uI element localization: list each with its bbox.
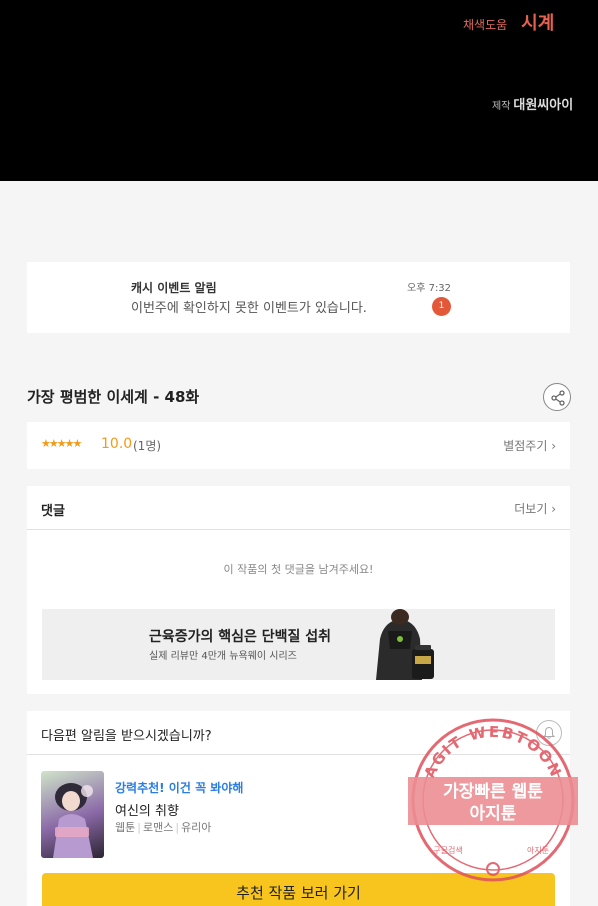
bell-icon	[542, 726, 556, 739]
notification-body: 이번주에 확인하지 못한 이벤트가 있습니다.	[131, 301, 367, 316]
share-icon	[551, 390, 565, 406]
episode-title: 가장 평범한 이세계 - 48화	[27, 388, 200, 406]
ad-subtitle: 실제 리뷰만 4만개 뉴욕웨이 시리즈	[149, 651, 297, 662]
rating-stars: ★★★★★	[41, 437, 82, 450]
comments-section: 댓글 더보기 › 이 작품의 첫 댓글을 남겨주세요! 근육증가의 핵심은 단백…	[27, 486, 570, 694]
cash-event-notification[interactable]: 캐시 이벤트 알림 이번주에 확인하지 못한 이벤트가 있습니다. 오후 7:3…	[27, 262, 570, 333]
comments-more-link[interactable]: 더보기 ›	[514, 500, 556, 517]
rating-score: 10.0	[101, 436, 133, 452]
recommendation-genres: 웹툰 | 로맨스 | 유리아	[115, 821, 212, 834]
next-episode-section: 다음편 알림을 받으시겠습니까? 강력추천! 이건 꼭 봐야해 여신의 취향 웹…	[27, 711, 570, 906]
comments-title: 댓글	[41, 504, 65, 519]
genre-label: 유리아	[181, 821, 212, 834]
recommendation-cover-art	[53, 783, 93, 858]
rating-bar: ★★★★★ 10.0 (1명) 별점주기 ›	[27, 422, 570, 469]
color-credit: 채색도움 시계	[463, 9, 554, 35]
color-credit-name: 시계	[521, 13, 555, 34]
notification-title: 캐시 이벤트 알림	[131, 281, 217, 295]
recommendation-title[interactable]: 여신의 취향	[115, 800, 179, 819]
recommendation-tag: 강력추천! 이건 꼭 봐야해	[115, 781, 244, 795]
color-credit-label: 채색도움	[463, 18, 508, 32]
next-episode-question: 다음편 알림을 받으시겠습니까?	[41, 729, 212, 744]
comments-header: 댓글 더보기 ›	[27, 486, 570, 530]
share-button[interactable]	[543, 383, 571, 411]
next-episode-header: 다음편 알림을 받으시겠습니까?	[27, 711, 570, 755]
comments-empty-message: 이 작품의 첫 댓글을 남겨주세요!	[223, 563, 374, 576]
notification-time: 오후 7:32	[407, 283, 452, 294]
ad-title: 근육증가의 핵심은 단백질 섭취	[149, 629, 332, 645]
production-name: 대원씨아이	[513, 98, 574, 113]
subscribe-notification-button[interactable]	[536, 720, 562, 746]
rate-button[interactable]: 별점주기 ›	[503, 437, 556, 454]
rating-count: (1명)	[133, 439, 162, 453]
recommendation-thumbnail[interactable]	[41, 771, 104, 858]
genre-label: 웹툰	[115, 821, 136, 834]
ad-banner[interactable]: 근육증가의 핵심은 단백질 섭취 실제 리뷰만 4만개 뉴욕웨이 시리즈	[42, 609, 555, 680]
notification-badge: 1	[432, 297, 451, 316]
genre-label: 로맨스	[142, 821, 174, 834]
view-recommendations-button[interactable]: 추천 작품 보러 가기	[42, 873, 555, 906]
episode-end-image: 채색도움 시계 제작 대원씨아이	[0, 0, 598, 181]
ad-product-image	[362, 609, 437, 680]
production-label: 제작	[492, 101, 511, 112]
production-credit: 제작 대원씨아이	[492, 94, 573, 113]
